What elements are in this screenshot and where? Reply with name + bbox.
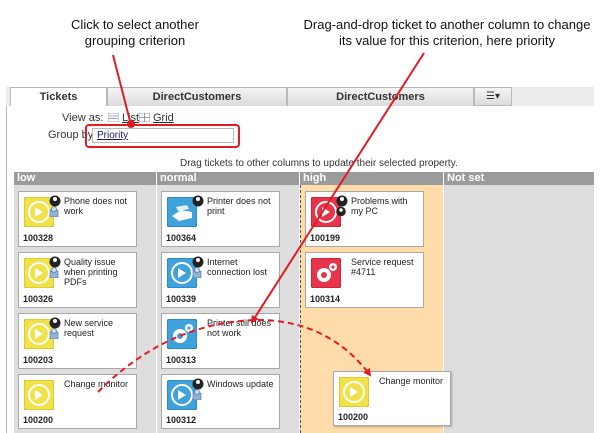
- column-header-normal: normal: [157, 172, 299, 185]
- ticket-id: 100339: [166, 294, 197, 304]
- ticket-id: 100199: [310, 233, 341, 243]
- list-menu-icon: ☰▾: [486, 91, 500, 102]
- ticket-title: Windows update: [207, 379, 274, 389]
- highlight-box: [85, 124, 240, 148]
- ticket-yellow-icon: [339, 377, 369, 407]
- user-icon: [49, 267, 59, 278]
- list-view-icon[interactable]: [108, 113, 119, 122]
- ticket-id: 100328: [23, 233, 54, 243]
- person-icon: [192, 195, 204, 207]
- ticket-id: 100326: [23, 294, 54, 304]
- tab-dircustcompany[interactable]: DirectCustomers (DirCustCompany): [287, 87, 474, 122]
- ticket-card[interactable]: Phone does not work 100328: [18, 191, 137, 247]
- ticket-title: Printer does not print: [207, 196, 271, 216]
- ticket-card[interactable]: Windows update 100312: [161, 374, 280, 429]
- ticket-id: 100314: [310, 294, 341, 304]
- column-not-set: Not set: [444, 172, 594, 433]
- ticket-title: Service request #4711: [351, 257, 414, 277]
- ticket-id: 100313: [166, 355, 197, 365]
- user-icon: [192, 389, 202, 400]
- ticket-title: Problems with my PC: [351, 196, 408, 216]
- ticket-card[interactable]: Problems with my PC 100199: [305, 191, 424, 247]
- ticket-yellow-icon: [24, 380, 54, 410]
- ticket-title: Phone does not work: [64, 196, 128, 216]
- drag-hint: Drag tickets to other columns to update …: [180, 158, 458, 169]
- ticket-card[interactable]: Change monitor 100200: [18, 374, 137, 429]
- user-icon: [49, 328, 59, 339]
- ticket-card[interactable]: Service request #4711 100314: [305, 252, 424, 308]
- ticket-id: 100200: [23, 415, 54, 425]
- ticket-title: Printer still does not work: [207, 318, 272, 338]
- user-icon: [192, 267, 202, 278]
- user-icon: [336, 206, 346, 217]
- ticket-blue-gear-icon: [167, 319, 197, 349]
- ticket-card[interactable]: Quality issue when printing PDFs 100326: [18, 252, 137, 308]
- ticket-card[interactable]: Internet connection lost 100339: [161, 252, 280, 308]
- column-header-high: high: [300, 172, 443, 185]
- view-as-label: View as:: [62, 112, 104, 124]
- dragged-ticket-card[interactable]: Change monitor 100200: [333, 371, 451, 426]
- ticket-id: 100203: [23, 355, 54, 365]
- ticket-id: 100364: [166, 233, 197, 243]
- ticket-title: Internet connection lost: [207, 257, 268, 277]
- tab-dircustcustomer[interactable]: DirectCustomers (DirCustCustomer): [107, 87, 287, 122]
- ticket-id: 100200: [338, 412, 369, 422]
- column-header-low: low: [14, 172, 156, 185]
- tab-tickets[interactable]: Tickets: [10, 87, 107, 107]
- tab-menu-button[interactable]: ☰▾: [474, 87, 512, 106]
- grid-view-icon[interactable]: [139, 113, 150, 122]
- user-icon: [49, 206, 59, 217]
- column-body-not-set: [444, 185, 594, 433]
- ticket-title: New service request: [64, 318, 114, 338]
- tab-bar: Tickets DirectCustomers (DirCustCustomer…: [6, 87, 594, 122]
- grid-view-link[interactable]: Grid: [153, 112, 174, 124]
- ticket-card[interactable]: Printer does not print 100364: [161, 191, 280, 247]
- ticket-title: Change monitor: [64, 379, 129, 389]
- ticket-id: 100312: [166, 415, 197, 425]
- ticket-title: Quality issue when printing PDFs: [64, 257, 118, 287]
- column-header-not-set: Not set: [444, 172, 594, 185]
- callout-drag-drop: Drag-and-drop ticket to another column t…: [303, 17, 591, 48]
- ticket-red-gear-icon: [311, 258, 341, 288]
- ticket-title: Change monitor: [379, 376, 444, 386]
- callout-dot: [127, 120, 135, 128]
- callout-grouping: Click to select another grouping criteri…: [71, 17, 199, 48]
- ticket-card[interactable]: Printer still does not work 100313: [161, 313, 280, 369]
- ticket-card[interactable]: New service request 100203: [18, 313, 137, 369]
